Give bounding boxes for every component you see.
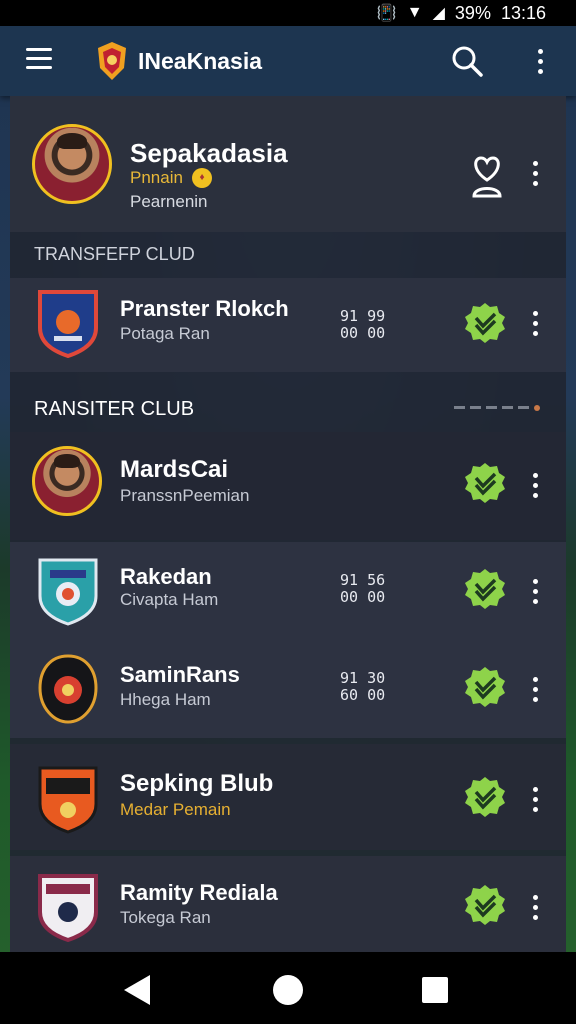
item-stats: 91 56 00 00 bbox=[340, 572, 385, 606]
stat-line: 00 00 bbox=[340, 588, 386, 606]
signal-icon: ◢ bbox=[432, 5, 445, 22]
section-title-club: RANSITER CLUB bbox=[34, 398, 195, 420]
app-logo-icon bbox=[98, 42, 126, 80]
item-stats: 91 99 00 00 bbox=[340, 308, 385, 342]
club-crest-icon bbox=[38, 654, 98, 724]
item-subtitle: Tokega Ran bbox=[120, 908, 211, 927]
heart-user-icon[interactable] bbox=[468, 154, 506, 198]
item-name: Ramity Rediala bbox=[120, 880, 278, 905]
status-bar: 📳 ▼ ◢ 39% 13:16 bbox=[0, 0, 576, 26]
profile-menu-icon[interactable] bbox=[528, 160, 542, 186]
item-name: Rakedan bbox=[120, 564, 212, 589]
verified-check-icon[interactable] bbox=[464, 462, 506, 504]
item-subtitle: Medar Pemain bbox=[120, 800, 231, 819]
back-icon[interactable] bbox=[124, 975, 150, 1005]
profile-avatar bbox=[32, 124, 112, 204]
club-crest-icon bbox=[38, 766, 98, 834]
item-menu-icon[interactable] bbox=[528, 472, 542, 498]
overflow-menu-icon[interactable] bbox=[533, 48, 547, 74]
profile-name: Sepakadasia bbox=[130, 138, 288, 168]
verified-check-icon[interactable] bbox=[464, 568, 506, 610]
stat-line: 91 30 bbox=[340, 669, 386, 687]
badge-icon: ♦ bbox=[192, 168, 212, 188]
player-avatar bbox=[32, 446, 102, 516]
wifi-icon: ▼ bbox=[406, 4, 423, 21]
section-divider bbox=[454, 405, 540, 411]
section-title-transfer: TRANSFEFP CLUD bbox=[34, 244, 195, 264]
app-title: INeaKnasia bbox=[138, 48, 263, 74]
stat-line: 60 00 bbox=[340, 686, 386, 704]
item-subtitle: Civapta Ham bbox=[120, 590, 219, 609]
stat-line: 91 99 bbox=[340, 307, 386, 325]
item-stats: 91 30 60 00 bbox=[340, 670, 385, 704]
search-icon[interactable] bbox=[450, 44, 484, 78]
battery-level: 39% bbox=[454, 2, 491, 23]
profile-subtitle: Pearnenin bbox=[130, 192, 208, 211]
item-menu-icon[interactable] bbox=[528, 894, 542, 920]
item-menu-icon[interactable] bbox=[528, 310, 542, 336]
vibrate-icon: 📳 bbox=[376, 5, 397, 22]
verified-check-icon[interactable] bbox=[464, 666, 506, 708]
item-name: Pranster Rlokch bbox=[120, 296, 289, 321]
item-name: Sepking Blub bbox=[120, 770, 274, 797]
recent-apps-icon[interactable] bbox=[422, 977, 448, 1003]
item-menu-icon[interactable] bbox=[528, 786, 542, 812]
item-name: MardsCai bbox=[120, 456, 229, 483]
item-subtitle: Hhega Ham bbox=[120, 690, 211, 709]
item-subtitle: PranssnPeemian bbox=[120, 486, 250, 505]
verified-check-icon[interactable] bbox=[464, 776, 506, 818]
club-crest-icon bbox=[38, 874, 98, 942]
menu-icon[interactable] bbox=[26, 48, 52, 70]
verified-check-icon[interactable] bbox=[464, 302, 506, 344]
verified-check-icon[interactable] bbox=[464, 884, 506, 926]
item-subtitle: Potaga Ran bbox=[120, 324, 210, 343]
clock: 13:16 bbox=[500, 2, 546, 23]
item-name: SaminRans bbox=[120, 662, 240, 687]
club-crest-icon bbox=[38, 290, 98, 358]
club-crest-icon bbox=[38, 558, 98, 626]
profile-role: Pnnain bbox=[130, 168, 183, 187]
stat-line: 91 56 bbox=[340, 571, 386, 589]
item-menu-icon[interactable] bbox=[528, 676, 542, 702]
item-menu-icon[interactable] bbox=[528, 578, 542, 604]
stat-line: 00 00 bbox=[340, 324, 386, 342]
app-bar: INeaKnasia bbox=[0, 26, 576, 96]
home-icon[interactable] bbox=[273, 975, 303, 1005]
